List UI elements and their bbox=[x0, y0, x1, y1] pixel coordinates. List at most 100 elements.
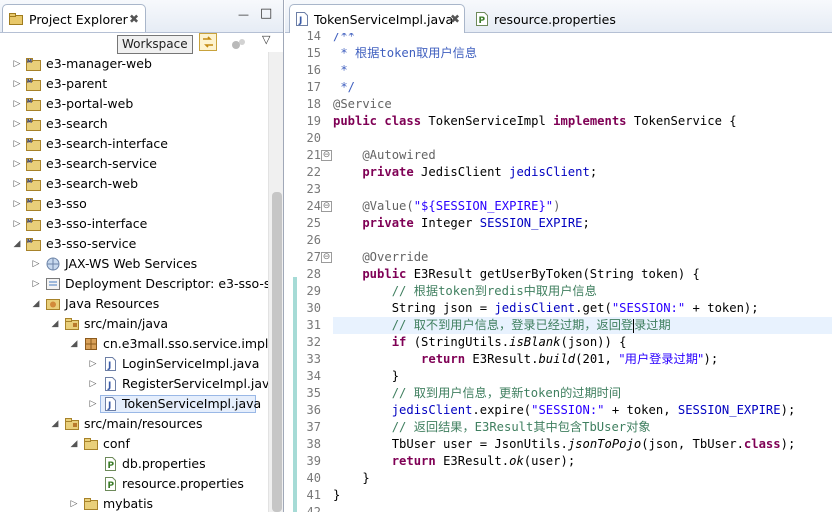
fold-toggle-icon[interactable]: ⊖ bbox=[321, 150, 332, 161]
code-line-14: /** bbox=[333, 33, 832, 45]
svg-text:M: M bbox=[27, 159, 32, 165]
filter-icon[interactable] bbox=[230, 35, 248, 53]
tree-item-e3-sso-interface[interactable]: ▷ Me3-sso-interface bbox=[0, 214, 268, 234]
editor-panel: J TokenServiceImpl.java ✖ P resource.pro… bbox=[285, 0, 832, 512]
code-editor[interactable]: /** * 根据token取用户信息 * */ @Service public … bbox=[333, 33, 832, 512]
keyword: if bbox=[333, 335, 407, 349]
static-method: jsonToPojo bbox=[567, 437, 642, 451]
view-menu-icon[interactable]: ▽ bbox=[262, 33, 276, 47]
collapsed-arrow-icon[interactable]: ▷ bbox=[88, 374, 98, 394]
maximize-icon[interactable]: □ bbox=[260, 6, 274, 21]
tree-item-e3-sso[interactable]: ▷ Me3-sso bbox=[0, 194, 268, 214]
line-number-gutter: 14 15 16 17 18 19 20 21 ⊖ 22 23 24 ⊖ 25 26 27 ⊖ 28 29 30 31 3… bbox=[285, 29, 333, 512]
tree-item-e3-search-interface[interactable]: ▷ Me3-search-interface bbox=[0, 134, 268, 154]
collapsed-arrow-icon[interactable]: ▷ bbox=[12, 134, 22, 154]
tree-item-e3-portal-web[interactable]: ▷ Me3-portal-web bbox=[0, 94, 268, 114]
collapsed-arrow-icon[interactable]: ▷ bbox=[12, 94, 22, 114]
code-line-41: } bbox=[333, 487, 832, 504]
tree-item-e3-search-web[interactable]: ▷ Me3-search-web bbox=[0, 174, 268, 194]
line-number: 30 bbox=[306, 301, 321, 315]
tab-resource-properties[interactable]: P resource.properties bbox=[469, 4, 619, 33]
maven-project-icon: M bbox=[26, 197, 42, 211]
editor-tabbar: J TokenServiceImpl.java ✖ P resource.pro… bbox=[285, 0, 832, 33]
tree-item-label: e3-sso bbox=[46, 196, 87, 211]
tree-item-db-properties[interactable]: Pdb.properties bbox=[0, 454, 268, 474]
tree-item-tokenserviceimpl-java[interactable]: ▷ J TokenServiceImpl.java bbox=[0, 394, 268, 414]
collapsed-arrow-icon[interactable]: ▷ bbox=[69, 494, 79, 512]
minimize-icon[interactable]: — bbox=[238, 8, 252, 22]
fold-toggle-icon[interactable]: ⊖ bbox=[321, 201, 332, 212]
code-text: ); bbox=[703, 352, 719, 366]
comment: // bbox=[333, 318, 414, 332]
collapsed-arrow-icon[interactable]: ▷ bbox=[31, 254, 41, 274]
static-method: ok bbox=[509, 454, 524, 468]
folder-icon bbox=[83, 437, 99, 451]
expanded-arrow-icon[interactable]: ◢ bbox=[69, 434, 79, 454]
tree-item-java-resources[interactable]: ◢ Java Resources bbox=[0, 294, 268, 314]
tree-item-deployment-descriptor-e3-sso-se[interactable]: ▷ Deployment Descriptor: e3-sso-se bbox=[0, 274, 268, 294]
expanded-arrow-icon[interactable]: ◢ bbox=[69, 334, 79, 354]
code-line-25: private Integer SESSION_EXPIRE; bbox=[333, 215, 832, 232]
tree-item-cn-e3mall-sso-service-impl[interactable]: ◢ cn.e3mall.sso.service.impl bbox=[0, 334, 268, 354]
project-explorer-tab[interactable]: Project Explorer ✖ bbox=[2, 4, 146, 32]
annotation: @Service bbox=[333, 97, 392, 111]
svg-text:M: M bbox=[27, 99, 32, 105]
code-line-35: // 取到用户信息，更新token的过期时间 bbox=[333, 385, 832, 402]
tree-item-registerserviceimpl-java[interactable]: ▷ J RegisterServiceImpl.java bbox=[0, 374, 268, 394]
collapsed-arrow-icon[interactable]: ▷ bbox=[88, 394, 98, 414]
link-with-editor-icon[interactable] bbox=[199, 33, 217, 51]
tree-item-src-main-resources[interactable]: ◢ src/main/resources bbox=[0, 414, 268, 434]
tree-item-e3-manager-web[interactable]: ▷ Me3-manager-web bbox=[0, 54, 268, 74]
close-icon[interactable]: ✖ bbox=[129, 12, 139, 26]
tree-item-loginserviceimpl-java[interactable]: ▷ J LoginServiceImpl.java bbox=[0, 354, 268, 374]
tree-item-label: e3-sso-interface bbox=[46, 216, 148, 231]
fold-toggle-icon[interactable]: ⊖ bbox=[321, 252, 332, 263]
collapsed-arrow-icon[interactable]: ▷ bbox=[12, 54, 22, 74]
code-text: Integer bbox=[413, 216, 480, 230]
collapsed-arrow-icon[interactable]: ▷ bbox=[88, 354, 98, 374]
tree-item-e3-search-service[interactable]: ▷ Me3-search-service bbox=[0, 154, 268, 174]
project-explorer-icon bbox=[9, 13, 23, 25]
code-text: + token); bbox=[685, 301, 759, 315]
tree-item-src-main-java[interactable]: ◢ src/main/java bbox=[0, 314, 268, 334]
line-number: 16 bbox=[306, 63, 321, 77]
tree-item-e3-parent[interactable]: ▷ Me3-parent bbox=[0, 74, 268, 94]
collapsed-arrow-icon[interactable]: ▷ bbox=[12, 74, 22, 94]
collapsed-arrow-icon[interactable]: ▷ bbox=[12, 214, 22, 234]
collapsed-arrow-icon[interactable]: ▷ bbox=[31, 274, 41, 294]
collapsed-arrow-icon[interactable]: ▷ bbox=[12, 114, 22, 134]
string-literal: "SESSION:" bbox=[531, 403, 605, 417]
scrollbar-thumb[interactable] bbox=[272, 192, 282, 512]
line-number: 19 bbox=[306, 114, 321, 128]
tree-item-e3-sso-service[interactable]: ◢ Me3-sso-service bbox=[0, 234, 268, 254]
collapsed-arrow-icon[interactable]: ▷ bbox=[12, 154, 22, 174]
javadoc-text: token bbox=[379, 46, 417, 60]
tree-item-e3-search[interactable]: ▷ Me3-search bbox=[0, 114, 268, 134]
tree-item-mybatis[interactable]: ▷ mybatis bbox=[0, 494, 268, 512]
expanded-arrow-icon[interactable]: ◢ bbox=[12, 234, 22, 254]
collapsed-arrow-icon[interactable]: ▷ bbox=[12, 174, 22, 194]
expanded-arrow-icon[interactable]: ◢ bbox=[31, 294, 41, 314]
code-line-38: TbUser user = JsonUtils.jsonToPojo(json,… bbox=[333, 436, 832, 453]
code-line-33: return E3Result.build(201, "用户登录过期"); bbox=[333, 351, 832, 368]
svg-text:M: M bbox=[27, 119, 32, 125]
expanded-arrow-icon[interactable]: ◢ bbox=[50, 414, 60, 434]
tree-item-conf[interactable]: ◢ conf bbox=[0, 434, 268, 454]
line-number: 37 bbox=[306, 420, 321, 434]
line-number: 33 bbox=[306, 352, 321, 366]
deployment-descriptor-icon bbox=[45, 277, 61, 291]
code-line-31-current[interactable]: // 取不到用户信息，登录已经过期，返回登录过期 bbox=[333, 317, 832, 334]
collapsed-arrow-icon[interactable]: ▷ bbox=[12, 194, 22, 214]
expanded-arrow-icon[interactable]: ◢ bbox=[50, 314, 60, 334]
close-icon[interactable]: ✖ bbox=[450, 12, 460, 26]
code-line-16: * bbox=[333, 62, 832, 79]
tree-item-label: TokenServiceImpl.java bbox=[122, 396, 262, 411]
project-tree-scrollbar[interactable] bbox=[268, 52, 283, 512]
tree-item-resource-properties[interactable]: Presource.properties bbox=[0, 474, 268, 494]
tree-item-jax-ws-web-services[interactable]: ▷ JAX-WS Web Services bbox=[0, 254, 268, 274]
java-file-icon: J bbox=[102, 377, 118, 391]
tree-item-label: Java Resources bbox=[65, 296, 160, 311]
tree-item-label: e3-portal-web bbox=[46, 96, 134, 111]
